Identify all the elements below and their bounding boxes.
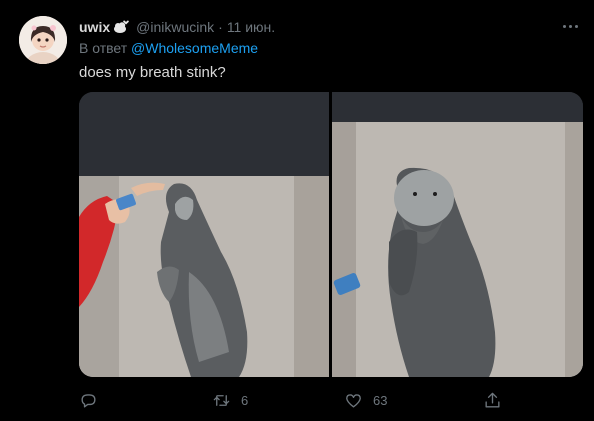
reply-button[interactable] — [79, 389, 108, 411]
reply-prefix: В ответ — [79, 40, 128, 56]
reply-to-link[interactable]: @WholesomeMeme — [131, 40, 258, 56]
tweet-date[interactable]: 11 июн. — [227, 19, 275, 35]
otter-covering-mouth-image[interactable] — [332, 92, 583, 377]
like-count: 63 — [373, 392, 388, 408]
reply-context: В ответ @WholesomeMeme — [79, 40, 258, 56]
cloud-with-hearts-icon — [112, 20, 130, 34]
display-name[interactable]: uwix — [79, 19, 110, 35]
retweet-count: 6 — [241, 392, 249, 408]
share-icon — [485, 392, 500, 408]
tweet-text: does my breath stink? — [79, 64, 226, 81]
user-handle[interactable]: @inikwucink — [136, 19, 214, 35]
tweet-actions: 6 63 — [79, 389, 583, 411]
otter-sniffing-toothpaste-image[interactable] — [79, 92, 332, 377]
like-button[interactable]: 63 — [344, 389, 387, 411]
share-button[interactable] — [483, 389, 512, 411]
tweet-media[interactable] — [79, 92, 583, 377]
tweet-header: uwix @inikwucink · 11 июн. — [79, 17, 275, 37]
retweet-button[interactable]: 6 — [212, 389, 248, 411]
reply-icon — [81, 393, 96, 408]
retweet-icon — [213, 394, 230, 406]
more-options-icon[interactable] — [560, 16, 580, 36]
separator-dot: · — [218, 19, 223, 35]
heart-icon — [346, 393, 361, 408]
tweet[interactable]: uwix @inikwucink · 11 июн. В ответ @Whol… — [0, 0, 594, 421]
avatar[interactable] — [19, 16, 67, 64]
